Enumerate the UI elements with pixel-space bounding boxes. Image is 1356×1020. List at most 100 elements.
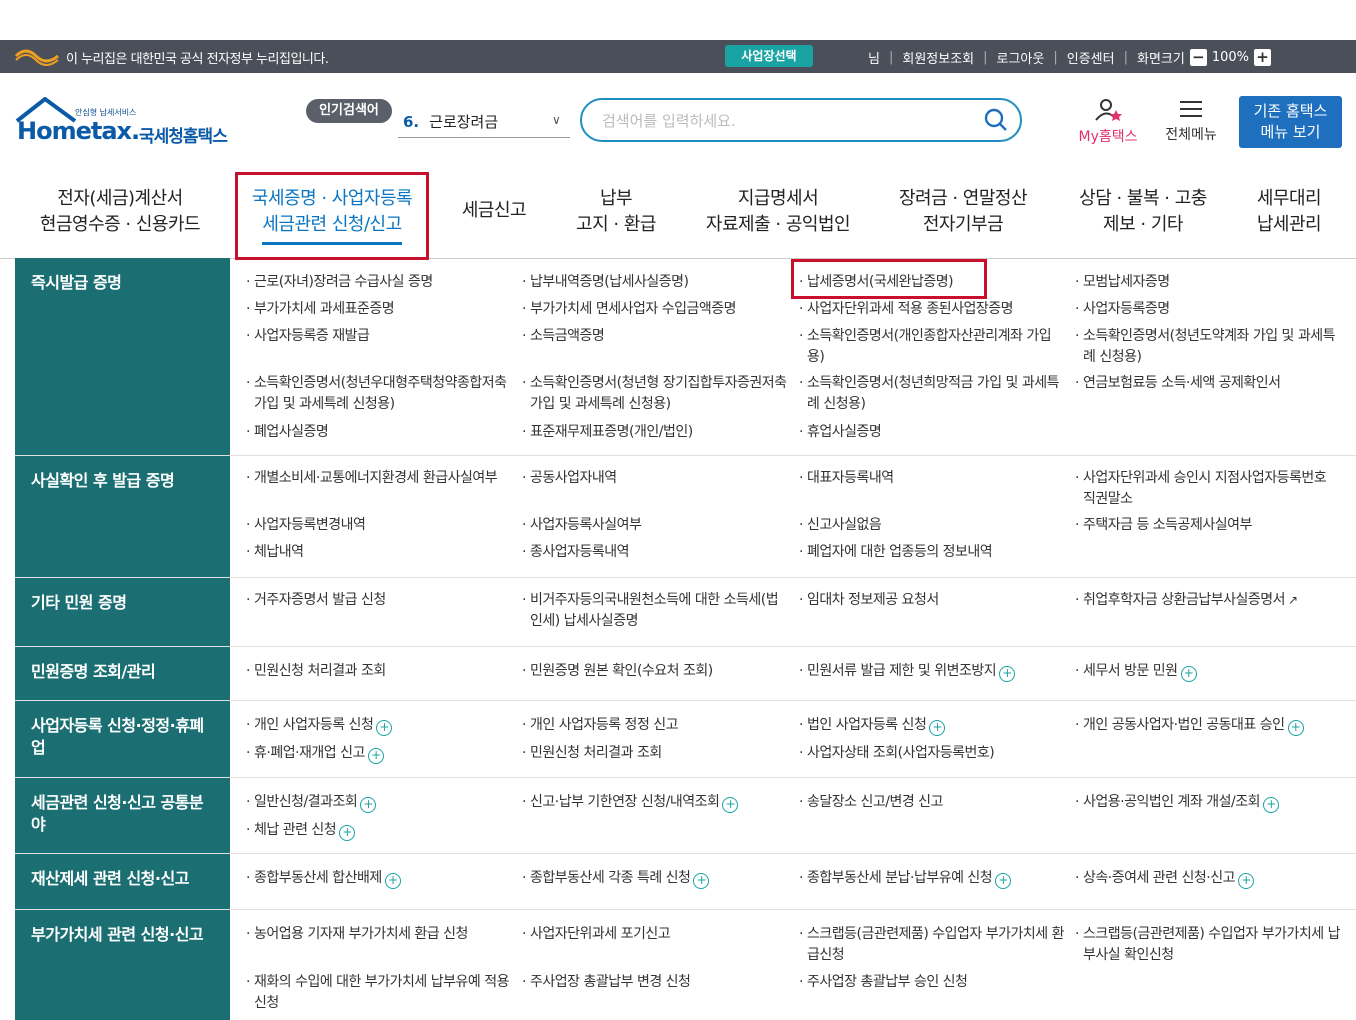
- menu-item[interactable]: 납부내역증명(납세사실증명): [522, 272, 790, 293]
- menu-item[interactable]: 주사업장 총괄납부 승인 신청: [799, 972, 1065, 993]
- menu-item[interactable]: 법인 사업자등록 신청+: [799, 715, 1065, 736]
- gov-notice-text: 이 누리집은 대한민국 공식 전자정부 누리집입니다.: [66, 52, 329, 67]
- menu-item[interactable]: 소득확인증명서(청년도약계좌 가입 및 과세특례 신청용): [1075, 326, 1343, 368]
- menu-item[interactable]: 소득확인증명서(개인종합자산관리계좌 가입용): [799, 326, 1067, 368]
- tab-consulting[interactable]: 상담 · 불복 · 고충 제보 · 기타: [1068, 186, 1218, 238]
- menu-item[interactable]: 사업자등록증명: [1075, 299, 1343, 320]
- menu-item[interactable]: 임대차 정보제공 요청서: [799, 590, 1065, 611]
- chevron-down-icon[interactable]: ∨: [552, 113, 561, 127]
- menu-item[interactable]: 민원증명 원본 확인(수요처 조회): [522, 661, 788, 682]
- menu-item[interactable]: 사업자등록사실여부: [522, 515, 788, 536]
- zoom-in-icon[interactable]: +: [1254, 49, 1271, 66]
- menu-item[interactable]: 체납 관련 신청+: [246, 820, 512, 841]
- logout-link[interactable]: 로그아웃: [997, 48, 1045, 67]
- menu-item-with-external[interactable]: 취업후학자금 상환금납부사실증명서↗: [1075, 590, 1341, 611]
- menu-item[interactable]: 일반신청/결과조회+: [246, 792, 512, 813]
- menu-item[interactable]: 소득확인증명서(청년희망적금 가입 및 과세특례 신청용): [799, 373, 1067, 415]
- menu-item[interactable]: 사업자등록변경내역: [246, 515, 512, 536]
- menu-item[interactable]: 거주자증명서 발급 신청: [246, 590, 512, 611]
- menu-item[interactable]: 소득확인증명서(청년형 장기집합투자증권저축 가입 및 과세특례 신청용): [522, 373, 790, 415]
- expand-plus-icon[interactable]: +: [1237, 873, 1254, 889]
- menu-item[interactable]: 사업용·공익법인 계좌 개설/조회+: [1075, 792, 1341, 813]
- menu-item[interactable]: 종사업자등록내역: [522, 542, 788, 563]
- zoom-out-icon[interactable]: −: [1189, 49, 1207, 66]
- menu-item[interactable]: 사업자단위과세 승인시 지점사업자등록번호 직권말소: [1075, 468, 1341, 510]
- menu-item[interactable]: 민원신청 처리결과 조회: [246, 661, 512, 682]
- member-info-link[interactable]: 회원정보조회: [902, 48, 974, 67]
- menu-item[interactable]: 개별소비세·교통에너지환경세 환급사실여부: [246, 468, 512, 489]
- expand-plus-icon[interactable]: +: [995, 873, 1012, 889]
- menu-item[interactable]: 비거주자등의국내원천소득에 대한 소득세(법인세) 납세사실증명: [522, 590, 788, 632]
- expand-plus-icon[interactable]: +: [1287, 720, 1304, 736]
- search-icon[interactable]: [984, 108, 1008, 132]
- tab-withholding[interactable]: 지급명세서 자료제출 · 공익법인: [696, 186, 860, 238]
- menu-item[interactable]: 주택자금 등 소득공제사실여부: [1075, 515, 1341, 536]
- menu-item[interactable]: 스크랩등(금관련제품) 수입업자 부가가치세 환급신청: [799, 924, 1065, 966]
- menu-item[interactable]: 상속·증여세 관련 신청·신고+: [1075, 868, 1341, 889]
- menu-item[interactable]: 휴업사실증명: [799, 422, 1067, 443]
- popular-search-term[interactable]: 6. 근로장려금: [403, 111, 498, 132]
- menu-item[interactable]: 사업자단위과세 포기신고: [522, 924, 788, 945]
- menu-item[interactable]: 부가가치세 과세표준증명: [246, 299, 514, 320]
- expand-plus-icon[interactable]: +: [367, 748, 384, 764]
- menu-item[interactable]: 연금보험료등 소득·세액 공제확인서: [1075, 373, 1343, 394]
- expand-plus-icon[interactable]: +: [384, 873, 401, 889]
- old-hometax-menu-button[interactable]: 기존 홈택스 메뉴 보기: [1239, 96, 1342, 148]
- tab-payment[interactable]: 납부 고지 · 환급: [566, 186, 666, 238]
- menu-item[interactable]: 소득확인증명서(청년우대형주택청약종합저축 가입 및 과세특례 신청용): [246, 373, 514, 415]
- menu-item[interactable]: 송달장소 신고/변경 신고: [799, 792, 1065, 813]
- menu-item[interactable]: 폐업자에 대한 업종등의 정보내역: [799, 542, 1065, 563]
- menu-item[interactable]: 신고사실없음: [799, 515, 1065, 536]
- menu-item[interactable]: 종합부동산세 분납·납부유예 신청+: [799, 868, 1065, 889]
- menu-item[interactable]: 종합부동산세 각종 특례 신청+: [522, 868, 788, 889]
- category-title: 기타 민원 증명: [15, 578, 230, 646]
- menu-item[interactable]: 개인 공동사업자·법인 공동대표 승인+: [1075, 715, 1341, 736]
- expand-plus-icon[interactable]: +: [339, 825, 356, 841]
- menu-item[interactable]: 체납내역: [246, 542, 512, 563]
- user-suffix: 님: [868, 52, 880, 67]
- cert-center-link[interactable]: 인증센터: [1067, 48, 1115, 67]
- business-select-button[interactable]: 사업장선택: [725, 45, 813, 67]
- menu-item[interactable]: 개인 사업자등록 신청+: [246, 715, 512, 736]
- menu-item[interactable]: 사업자단위과세 적용 종된사업장증명: [799, 299, 1067, 320]
- expand-plus-icon[interactable]: +: [722, 797, 739, 813]
- menu-item[interactable]: 스크랩등(금관련제품) 수입업자 부가가치세 납부사실 확인신청: [1075, 924, 1341, 966]
- expand-plus-icon[interactable]: +: [693, 873, 710, 889]
- menu-item[interactable]: 민원신청 처리결과 조회: [522, 743, 788, 764]
- menu-item[interactable]: 민원서류 발급 제한 및 위변조방지+: [799, 661, 1065, 682]
- search-input[interactable]: [600, 110, 964, 132]
- menu-item[interactable]: 주사업장 총괄납부 변경 신청: [522, 972, 788, 993]
- menu-item[interactable]: 근로(자녀)장려금 수급사실 증명: [246, 272, 514, 293]
- tab-incentives[interactable]: 장려금 · 연말정산 전자기부금: [888, 186, 1038, 238]
- menu-item[interactable]: 재화의 수입에 대한 부가가치세 납부유예 적용 신청: [246, 972, 512, 1014]
- category-title: 사업자등록 신청·정정·휴폐업: [15, 701, 230, 777]
- menu-item[interactable]: 개인 사업자등록 정정 신고: [522, 715, 788, 736]
- menu-item[interactable]: 세무서 방문 민원+: [1075, 661, 1341, 682]
- hometax-logo[interactable]: 안심형 납세서비스 Hometax. 국세청홈택스: [15, 97, 245, 157]
- my-hometax-button[interactable]: My홈택스: [1072, 98, 1144, 146]
- menu-item[interactable]: 휴·폐업·재개업 신고+: [246, 743, 512, 764]
- all-menu-button[interactable]: 전체메뉴: [1158, 98, 1224, 144]
- expand-plus-icon[interactable]: +: [376, 720, 393, 736]
- menu-item[interactable]: 사업자등록증 재발급: [246, 326, 514, 347]
- expand-plus-icon[interactable]: +: [1180, 666, 1197, 682]
- expand-plus-icon[interactable]: +: [929, 720, 946, 736]
- menu-item[interactable]: 사업자상태 조회(사업자등록번호): [799, 743, 1065, 764]
- menu-item[interactable]: 모범납세자증명: [1075, 272, 1343, 293]
- menu-item[interactable]: 공동사업자내역: [522, 468, 788, 489]
- menu-item[interactable]: 대표자등록내역: [799, 468, 1065, 489]
- expand-plus-icon[interactable]: +: [1263, 797, 1280, 813]
- brand-name-kr: 국세청홈택스: [139, 127, 228, 147]
- menu-item[interactable]: 신고·납부 기한연장 신청/내역조회+: [522, 792, 788, 813]
- tab-tax-return[interactable]: 세금신고: [452, 198, 536, 224]
- menu-item[interactable]: 표준재무제표증명(개인/법인): [522, 422, 790, 443]
- menu-item[interactable]: 농어업용 기자재 부가가치세 환급 신청: [246, 924, 512, 945]
- menu-item[interactable]: 부가가치세 면세사업자 수입금액증명: [522, 299, 790, 320]
- expand-plus-icon[interactable]: +: [999, 666, 1016, 682]
- menu-item[interactable]: 소득금액증명: [522, 326, 790, 347]
- tab-tax-agent[interactable]: 세무대리 납세관리: [1244, 186, 1334, 238]
- expand-plus-icon[interactable]: +: [360, 797, 377, 813]
- tab-e-invoice[interactable]: 전자(세금)계산서 현금영수증 · 신용카드: [36, 186, 204, 238]
- menu-item[interactable]: 폐업사실증명: [246, 422, 514, 443]
- menu-item[interactable]: 종합부동산세 합산배제+: [246, 868, 512, 889]
